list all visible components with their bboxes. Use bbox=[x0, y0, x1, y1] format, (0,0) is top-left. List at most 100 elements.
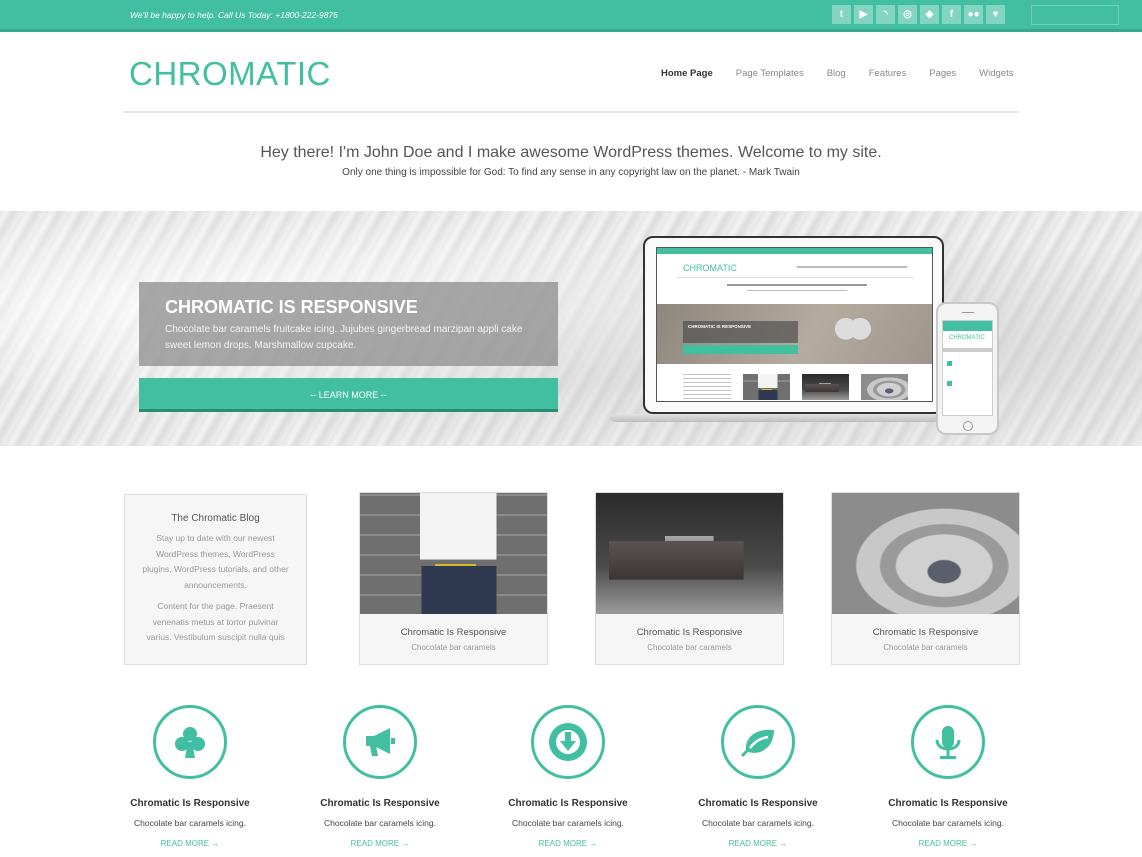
mini-nav bbox=[797, 266, 907, 268]
intro-quote: Only one thing is impossible for God: To… bbox=[342, 167, 800, 178]
nav-pages[interactable]: Pages bbox=[929, 68, 956, 79]
hero-text: Chocolate bar caramels fruitcake icing. … bbox=[165, 324, 523, 351]
blog-widget-title: The Chromatic Blog bbox=[171, 513, 260, 524]
twitter-icon[interactable]: t bbox=[832, 5, 851, 24]
main-nav: Home Page Page Templates Blog Features P… bbox=[661, 68, 1036, 79]
feature-item: Chromatic Is Responsive Chocolate bar ca… bbox=[310, 705, 450, 851]
flickr-icon[interactable]: ●● bbox=[964, 5, 983, 24]
rss-icon[interactable]: ◝ bbox=[876, 5, 895, 24]
megaphone-icon bbox=[366, 728, 395, 756]
feature-item: Chromatic Is Responsive Chocolate bar ca… bbox=[878, 705, 1018, 851]
nav-widgets[interactable]: Widgets bbox=[979, 68, 1013, 79]
leaf-icon bbox=[740, 729, 774, 758]
feature-text: Chocolate bar caramels icing. bbox=[892, 818, 1004, 828]
dribbble-icon[interactable]: ◎ bbox=[898, 5, 917, 24]
blog-widget-text: Stay up to date with our newest WordPres… bbox=[142, 533, 289, 590]
feature-icon-circle bbox=[343, 705, 417, 779]
mini-card-image bbox=[802, 374, 849, 400]
read-more-link[interactable]: READ MORE → bbox=[539, 839, 598, 848]
download-icon bbox=[549, 723, 587, 761]
feature-icon-circle bbox=[911, 705, 985, 779]
youtube-icon[interactable]: ▶ bbox=[854, 5, 873, 24]
dropbox-icon[interactable]: ◆ bbox=[920, 5, 939, 24]
contact-tagline: We'll be happy to help. Call Us Today: +… bbox=[130, 10, 338, 20]
site-logo[interactable]: CHROMATIC bbox=[129, 55, 331, 93]
read-more-link[interactable]: READ MORE → bbox=[161, 839, 220, 848]
laptop-base bbox=[608, 414, 943, 422]
mini-topbar bbox=[657, 248, 932, 254]
post-title[interactable]: Chromatic Is Responsive bbox=[596, 627, 783, 638]
top-bar: We'll be happy to help. Call Us Today: +… bbox=[0, 0, 1142, 32]
mini-logo: CHROMATIC bbox=[683, 263, 737, 273]
nav-home-page[interactable]: Home Page bbox=[661, 68, 713, 79]
mini-quote bbox=[747, 290, 847, 291]
feature-title: Chromatic Is Responsive bbox=[888, 798, 1008, 809]
mini-learn-button bbox=[683, 345, 798, 354]
learn-more-button[interactable]: -- LEARN MORE -- bbox=[139, 378, 558, 412]
phone-menu-bar bbox=[943, 348, 992, 352]
post-title[interactable]: Chromatic Is Responsive bbox=[360, 627, 547, 638]
phone-screen: CHROMATIC bbox=[942, 320, 993, 416]
nav-page-templates[interactable]: Page Templates bbox=[736, 68, 804, 79]
phone-speaker bbox=[962, 312, 974, 313]
post-card[interactable]: Chromatic Is Responsive Chocolate bar ca… bbox=[359, 492, 548, 665]
mini-intro bbox=[727, 284, 867, 286]
mini-hero-title: CHROMATIC IS RESPONSIVE bbox=[688, 324, 752, 329]
mini-hero-box: CHROMATIC IS RESPONSIVE bbox=[683, 321, 798, 343]
feature-item: Chromatic Is Responsive Chocolate bar ca… bbox=[688, 705, 828, 851]
feature-text: Chocolate bar caramels icing. bbox=[134, 818, 246, 828]
phone-list-icon bbox=[947, 361, 952, 366]
post-subtitle: Chocolate bar caramels bbox=[411, 643, 496, 652]
phone-logo: CHROMATIC bbox=[949, 335, 985, 341]
feature-item: Chromatic Is Responsive Chocolate bar ca… bbox=[120, 705, 260, 851]
blog-widget-text: Content for the page. Praesent venenatis… bbox=[146, 601, 285, 642]
laptop-mockup: CHROMATIC CHROMATIC IS RESPONSIVE bbox=[643, 236, 944, 414]
foursquare-icon[interactable]: ♥ bbox=[986, 5, 1005, 24]
mini-blog-text bbox=[683, 374, 731, 400]
feature-title: Chromatic Is Responsive bbox=[508, 798, 628, 809]
post-card[interactable]: Chromatic Is Responsive Chocolate bar ca… bbox=[595, 492, 784, 665]
post-image-car[interactable] bbox=[596, 493, 783, 614]
blog-widget: The Chromatic Blog Stay up to date with … bbox=[124, 494, 307, 665]
feature-item: Chromatic Is Responsive Chocolate bar ca… bbox=[498, 705, 638, 851]
facebook-icon[interactable]: f bbox=[942, 5, 961, 24]
feature-icon-circle bbox=[721, 705, 795, 779]
search-input[interactable] bbox=[1031, 5, 1119, 25]
phone-topbar bbox=[943, 321, 992, 331]
hero-caption: CHROMATIC IS RESPONSIVE Chocolate bar ca… bbox=[139, 282, 558, 366]
phone-home-button bbox=[963, 421, 973, 431]
post-image-arch[interactable] bbox=[832, 493, 1019, 614]
mini-card-image bbox=[861, 374, 908, 400]
club-icon bbox=[175, 727, 205, 758]
feature-text: Chocolate bar caramels icing. bbox=[512, 818, 624, 828]
nav-features[interactable]: Features bbox=[869, 68, 907, 79]
post-title[interactable]: Chromatic Is Responsive bbox=[832, 627, 1019, 638]
intro-headline: Hey there! I'm John Doe and I make aweso… bbox=[260, 144, 882, 161]
hero-title: CHROMATIC IS RESPONSIVE bbox=[165, 297, 418, 317]
phone-list-icon bbox=[947, 381, 952, 386]
post-subtitle: Chocolate bar caramels bbox=[647, 643, 732, 652]
mini-divider bbox=[677, 277, 914, 278]
mini-feet-image bbox=[835, 312, 871, 354]
read-more-link[interactable]: READ MORE → bbox=[729, 839, 788, 848]
read-more-link[interactable]: READ MORE → bbox=[919, 839, 978, 848]
laptop-screen: CHROMATIC CHROMATIC IS RESPONSIVE bbox=[656, 247, 933, 402]
feature-text: Chocolate bar caramels icing. bbox=[702, 818, 814, 828]
feature-icon-circle bbox=[153, 705, 227, 779]
feature-title: Chromatic Is Responsive bbox=[130, 798, 250, 809]
post-subtitle: Chocolate bar caramels bbox=[883, 643, 968, 652]
post-card[interactable]: Chromatic Is Responsive Chocolate bar ca… bbox=[831, 492, 1020, 665]
header-divider bbox=[123, 111, 1019, 113]
phone-mockup: CHROMATIC bbox=[936, 302, 999, 435]
post-image-man[interactable] bbox=[360, 493, 547, 614]
feature-icon-circle bbox=[531, 705, 605, 779]
nav-blog[interactable]: Blog bbox=[827, 68, 846, 79]
mini-hero: CHROMATIC IS RESPONSIVE bbox=[657, 304, 932, 364]
read-more-link[interactable]: READ MORE → bbox=[351, 839, 410, 848]
mini-card-image bbox=[743, 374, 790, 400]
feature-title: Chromatic Is Responsive bbox=[698, 798, 818, 809]
microphone-icon bbox=[935, 726, 961, 759]
social-icons: t ▶ ◝ ◎ ◆ f ●● ♥ bbox=[832, 5, 1005, 24]
feature-title: Chromatic Is Responsive bbox=[320, 798, 440, 809]
feature-text: Chocolate bar caramels icing. bbox=[324, 818, 436, 828]
